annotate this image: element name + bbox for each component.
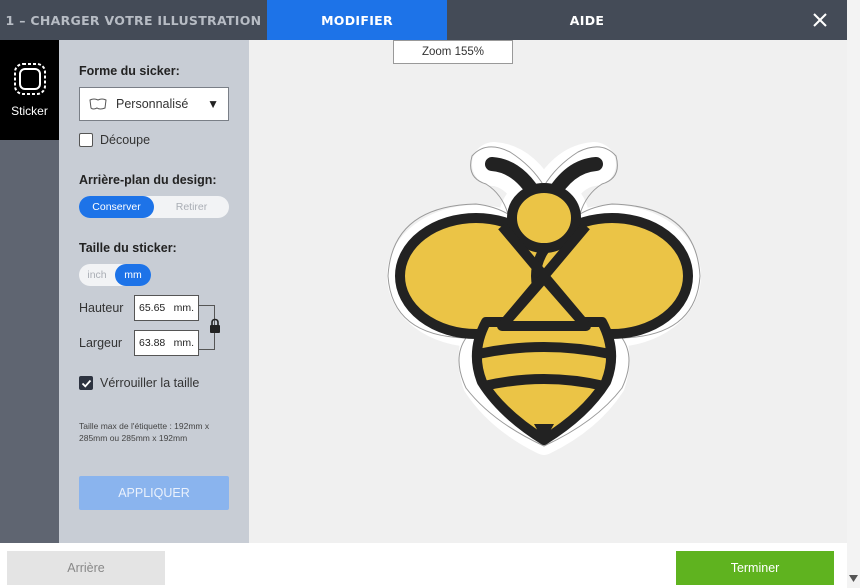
shape-dropdown[interactable]: Personnalisé ▼ [79,87,229,121]
apply-button[interactable]: APPLIQUER [79,476,229,510]
design-canvas[interactable]: Zoom 155% [249,40,847,543]
chevron-down-icon: ▼ [207,97,219,111]
lock-size-checkbox[interactable] [79,376,93,390]
height-unit: mm. [173,302,194,314]
bottom-action-bar: Arrière Terminer [0,543,847,588]
shape-dropdown-value: Personnalisé [116,97,189,111]
options-panel: Forme du sicker: Personnalisé ▼ Découpe … [59,40,249,543]
unit-option-inch[interactable]: inch [79,264,115,286]
rail-item-label: Sticker [11,104,48,118]
size-section-title: Taille du sticker: [79,241,177,255]
tab-modifier[interactable]: MODIFIER [267,0,447,40]
unit-option-mm[interactable]: mm [115,264,151,286]
tab-upload-illustration[interactable]: 1 – CHARGER VOTRE ILLUSTRATION [0,0,267,40]
height-label: Hauteur [79,301,124,315]
max-size-info: Taille max de l'étiquette : 192mm x 285m… [79,421,210,443]
custom-shape-icon [89,98,107,110]
sticker-shape-icon [13,63,46,95]
zoom-indicator: Zoom 155% [393,40,513,64]
scrollbar[interactable] [847,0,860,588]
background-option-conserver[interactable]: Conserver [79,196,154,218]
top-tab-bar: 1 – CHARGER VOTRE ILLUSTRATION MODIFIER … [0,0,847,40]
unit-toggle: inch mm [79,264,151,286]
tool-rail: Sticker [0,40,59,543]
width-unit: mm. [173,337,194,349]
height-value: 65.65 [139,302,166,314]
tab-aide[interactable]: AIDE [447,0,847,40]
background-section-title: Arrière-plan du design: [79,173,217,187]
bee-sticker-image[interactable] [374,130,714,470]
back-button[interactable]: Arrière [7,551,165,585]
background-option-retirer[interactable]: Retirer [154,196,229,218]
width-label: Largeur [79,336,123,350]
background-toggle: Conserver Retirer [79,196,229,218]
close-icon [813,13,827,27]
lock-size-label: Vérrouiller la taille [100,376,200,390]
decoupe-checkbox[interactable] [79,133,93,147]
checkmark-icon [81,379,92,388]
width-value: 63.88 [139,337,166,349]
bee-head [507,183,581,253]
shape-section-title: Forme du sicker: [79,64,180,78]
close-button[interactable] [806,6,834,34]
scroll-down-arrow-icon[interactable] [848,572,859,584]
height-field[interactable]: 65.65 mm. [134,295,199,321]
rail-item-sticker[interactable]: Sticker [0,40,59,140]
finish-button[interactable]: Terminer [676,551,834,585]
lock-icon[interactable] [208,318,222,334]
width-field[interactable]: 63.88 mm. [134,330,199,356]
decoupe-label: Découpe [100,133,151,147]
